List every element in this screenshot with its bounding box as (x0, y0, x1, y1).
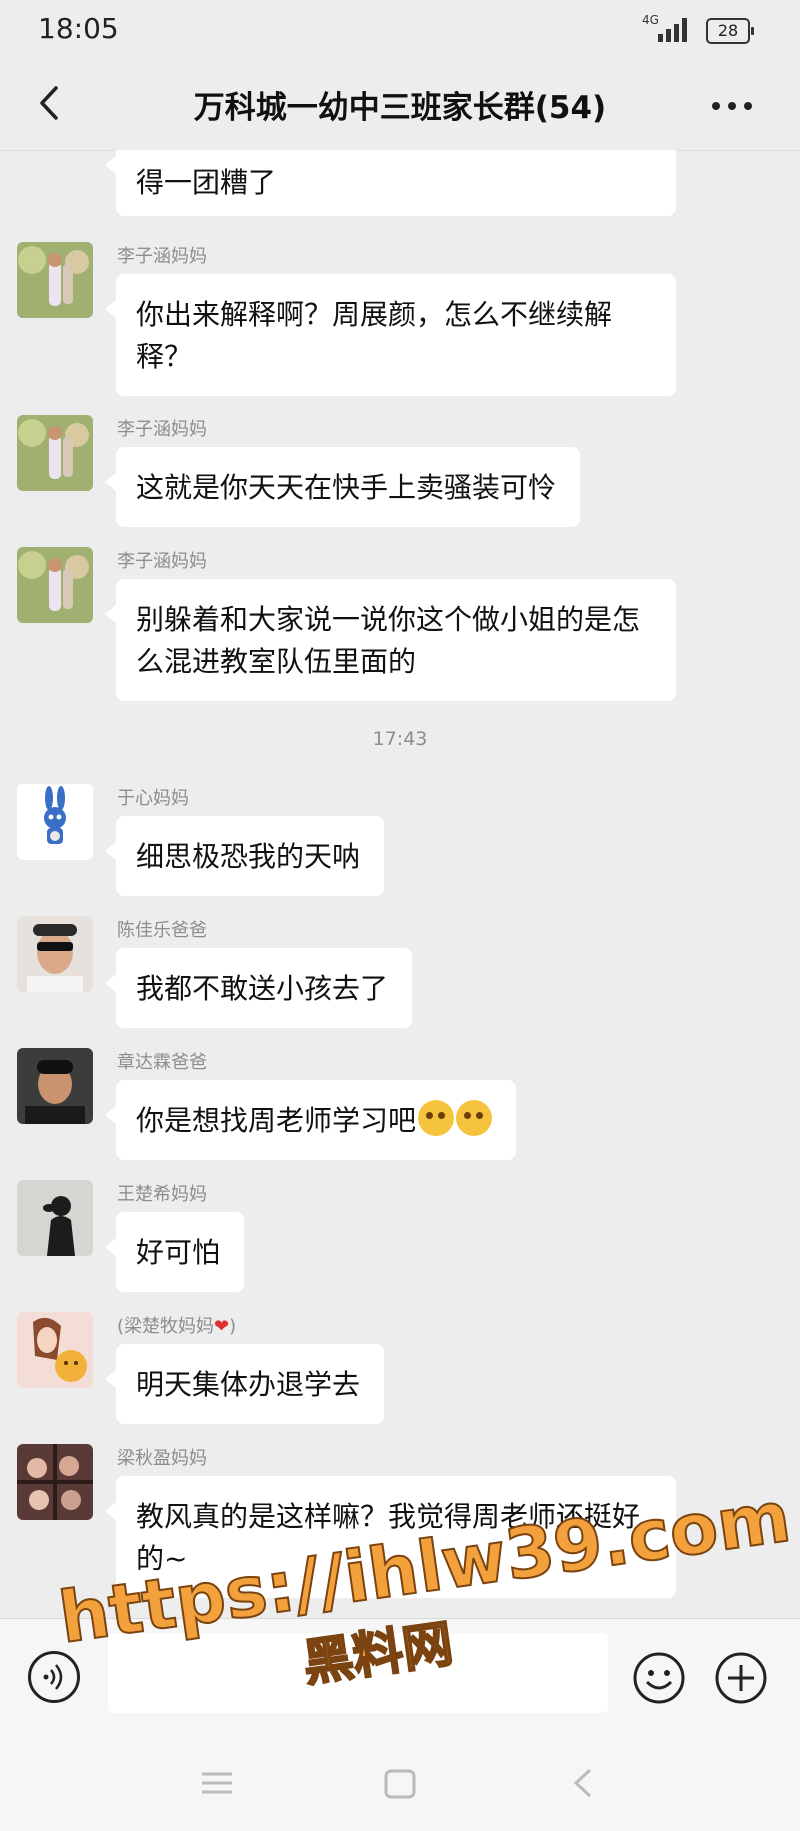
message-bubble[interactable]: 明天集体办退学去 (104, 1344, 385, 1424)
menu-icon[interactable] (200, 1770, 234, 1796)
more-button[interactable] (706, 80, 762, 130)
signal-icon (658, 16, 694, 42)
sender-name-text: (梁楚牧妈妈 (117, 1316, 215, 1337)
message-text: 得一团糟了 (136, 166, 277, 199)
chat-header: 万科城一幼中三班家长群(54) (0, 58, 800, 151)
message-bubble[interactable]: 你是想找周老师学习吧 (104, 1080, 517, 1160)
chat-title: 万科城一幼中三班家长群(54) (193, 90, 607, 126)
message-text: 你出来解释啊？周展颜，怎么不继续解释？ (136, 298, 613, 373)
message-bubble[interactable]: 我都不敢送小孩去了 (104, 948, 413, 1028)
sender-name: 陈佳乐爸爸 (117, 920, 207, 941)
message-bubble[interactable]: 这就是你天天在快手上卖骚装可怜 (104, 447, 581, 527)
avatar[interactable] (17, 415, 93, 491)
thinking-emoji-icon (418, 1100, 455, 1136)
message-bubble[interactable]: 细思极恐我的天呐 (104, 816, 385, 896)
avatar[interactable] (17, 1312, 93, 1388)
status-bar: 18:05 4G 28 (0, 0, 800, 58)
message-text: 别躲着和大家说一说你这个做小姐的是怎么混进教室队伍里面的 (136, 603, 641, 678)
sender-name: 李子涵妈妈 (117, 246, 207, 267)
chevron-left-icon (40, 86, 58, 120)
system-nav-bar (0, 1734, 800, 1831)
message-bubble[interactable]: 得一团糟了 (105, 150, 676, 216)
sender-name: (梁楚牧妈妈❤) (117, 1312, 236, 1338)
heart-icon: ❤ (214, 1316, 230, 1337)
message-text: 我都不敢送小孩去了 (136, 972, 389, 1005)
network-type: 4G (642, 13, 659, 27)
message-text: 细思极恐我的天呐 (136, 840, 361, 873)
message: 得一团糟了 (0, 150, 800, 220)
back-button[interactable] (28, 78, 78, 128)
message-text: 好可怕 (136, 1236, 221, 1269)
smiley-icon (633, 1652, 685, 1704)
sender-name: 李子涵妈妈 (117, 419, 207, 440)
status-time: 18:05 (38, 12, 119, 45)
avatar[interactable] (17, 1180, 93, 1256)
sender-name: 章达霖爸爸 (117, 1052, 207, 1073)
home-icon[interactable] (383, 1768, 417, 1800)
thinking-emoji-icon (456, 1100, 493, 1136)
message-bubble[interactable]: 你出来解释啊？周展颜，怎么不继续解释？ (105, 274, 676, 396)
sender-name-suffix: ) (229, 1316, 237, 1337)
message-bubble[interactable]: 别躲着和大家说一说你这个做小姐的是怎么混进教室队伍里面的 (105, 579, 676, 701)
avatar[interactable] (17, 1048, 93, 1124)
sender-name: 李子涵妈妈 (117, 551, 207, 572)
avatar[interactable] (17, 1444, 93, 1520)
more-icon (712, 102, 752, 110)
sender-name: 于心妈妈 (117, 788, 189, 809)
sender-name: 梁秋盈妈妈 (117, 1448, 207, 1469)
back-nav-icon[interactable] (568, 1766, 598, 1800)
message-text: 你是想找周老师学习吧 (136, 1104, 417, 1137)
chat-timestamp: 17:43 (372, 728, 428, 750)
avatar[interactable] (17, 916, 93, 992)
plus-icon (715, 1652, 767, 1704)
avatar[interactable] (17, 547, 93, 623)
sender-name: 王楚希妈妈 (117, 1184, 207, 1205)
message-text: 明天集体办退学去 (136, 1368, 361, 1401)
avatar[interactable] (17, 242, 93, 318)
add-button[interactable] (714, 1651, 768, 1705)
avatar[interactable] (17, 784, 93, 860)
message-text: 这就是你天天在快手上卖骚装可怜 (136, 471, 557, 504)
battery-icon: 28 (706, 18, 754, 44)
emoji-button[interactable] (632, 1651, 686, 1705)
message-bubble[interactable]: 好可怕 (104, 1212, 245, 1292)
